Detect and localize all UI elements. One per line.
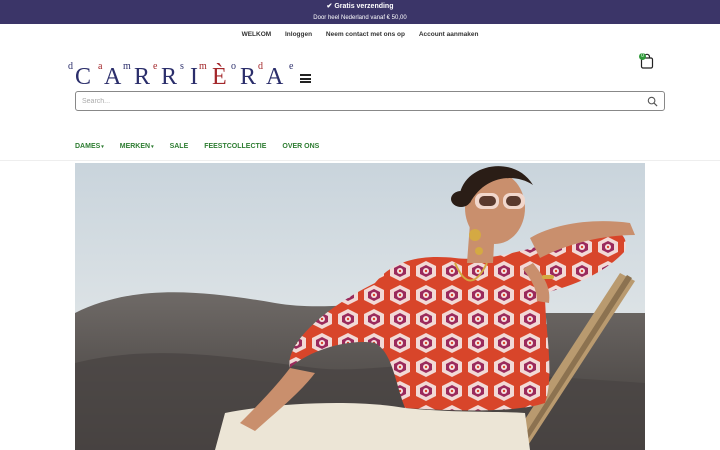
logo-small-letter: e bbox=[153, 61, 158, 72]
promo-bar: ✔ Gratis verzending Door heel Nederland v… bbox=[0, 0, 720, 24]
search-bar bbox=[75, 91, 665, 111]
promo-headline-row: ✔ Gratis verzending bbox=[0, 2, 720, 11]
logo-big-letter: I bbox=[190, 64, 198, 86]
logo-big-letter: A bbox=[266, 64, 284, 86]
contact-link[interactable]: Neem contact met ons op bbox=[326, 31, 405, 38]
nav-item-dames[interactable]: DAMES▾ bbox=[75, 141, 104, 153]
main-nav: DAMES▾ MERKEN▾ SALE FEESTCOLLECTIE OVER … bbox=[75, 141, 333, 153]
login-link[interactable]: Inloggen bbox=[285, 31, 312, 38]
chevron-down-icon: ▾ bbox=[151, 144, 154, 150]
logo-big-letter: R bbox=[161, 64, 177, 86]
logo-small-letter: o bbox=[231, 61, 236, 72]
logo-small-letter: e bbox=[289, 61, 294, 72]
create-account-link[interactable]: Account aanmaken bbox=[419, 31, 479, 38]
nav-item-feestcollectie[interactable]: FEESTCOLLECTIE bbox=[204, 141, 266, 153]
search-input[interactable] bbox=[82, 95, 622, 108]
hero-banner-image[interactable] bbox=[75, 163, 645, 450]
cart-count-badge: 0 bbox=[639, 53, 646, 60]
chevron-down-icon: ▾ bbox=[101, 144, 104, 150]
logo-small-letter: d bbox=[68, 61, 73, 72]
logo-big-letter: R bbox=[240, 64, 256, 86]
logo-small-letter: m bbox=[123, 61, 131, 72]
nav-item-merken[interactable]: MERKEN▾ bbox=[120, 141, 154, 153]
logo-small-letter: d bbox=[258, 61, 263, 72]
logo-big-letter: A bbox=[104, 64, 122, 86]
logo-small-letter: m bbox=[199, 61, 207, 72]
nav-item-over-ons[interactable]: OVER ONS bbox=[282, 141, 319, 153]
search-icon[interactable] bbox=[647, 96, 658, 107]
logo-small-letter: a bbox=[98, 61, 103, 72]
logo-small-letter: s bbox=[180, 61, 184, 72]
logo-big-letter: R bbox=[134, 64, 150, 86]
cart-button[interactable]: 0 bbox=[639, 53, 655, 69]
top-links: WELKOM Inloggen Neem contact met ons op … bbox=[0, 28, 720, 42]
welcome-link[interactable]: WELKOM bbox=[242, 31, 272, 38]
logo-big-letter: C bbox=[75, 64, 91, 86]
check-icon: ✔ bbox=[326, 3, 333, 10]
nav-divider bbox=[0, 160, 720, 161]
promo-subline: Door heel Nederland vanaf € 50,00 bbox=[313, 15, 407, 21]
menu-hamburger-icon[interactable] bbox=[300, 74, 311, 83]
logo-big-letter: È bbox=[212, 64, 227, 86]
logo[interactable]: d C a A m R e R s I m È o R d A e bbox=[68, 58, 300, 86]
promo-headline: Gratis verzending bbox=[334, 3, 394, 10]
nav-item-sale[interactable]: SALE bbox=[170, 141, 189, 153]
